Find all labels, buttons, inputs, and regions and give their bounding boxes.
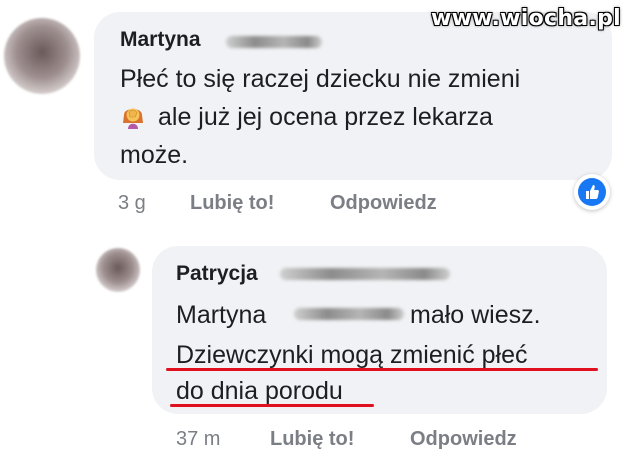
redacted-surname <box>280 268 450 280</box>
reaction-count-badge[interactable] <box>574 174 610 210</box>
red-underline <box>166 368 598 371</box>
like-button[interactable]: Lubię to! <box>190 192 274 215</box>
facebook-comments-screenshot: www.wiocha.pl Martyna Płeć to się raczej… <box>0 0 635 459</box>
comment-text-line: Płeć to się raczej dziecku nie zmieni <box>120 65 521 93</box>
comment-text-fragment: mało wiesz. <box>410 301 541 329</box>
redacted-mention-surname <box>294 308 404 320</box>
avatar[interactable] <box>96 248 140 292</box>
comment-timestamp[interactable]: 37 m <box>176 428 220 451</box>
reply-button[interactable]: Odpowiedz <box>410 428 517 451</box>
comment-text-line-with-emoji: ale już jej ocena przez lekarza <box>120 98 493 136</box>
comment-author[interactable]: Patrycja <box>176 262 258 286</box>
watermark: www.wiocha.pl <box>431 6 621 31</box>
like-button[interactable]: Lubię to! <box>270 428 354 451</box>
facepalm-woman-icon <box>120 102 146 129</box>
like-icon <box>578 178 606 206</box>
redacted-surname <box>226 36 322 48</box>
avatar[interactable] <box>4 18 80 94</box>
mention-link[interactable]: Martyna <box>176 296 266 334</box>
red-underline <box>170 404 374 407</box>
comment-text-line: może. <box>120 141 189 169</box>
comment-timestamp[interactable]: 3 g <box>118 192 146 215</box>
comment-text-fragment: ale już jej ocena przez lekarza <box>158 103 493 131</box>
comment-author[interactable]: Martyna <box>120 28 201 52</box>
reply-button[interactable]: Odpowiedz <box>330 192 437 215</box>
